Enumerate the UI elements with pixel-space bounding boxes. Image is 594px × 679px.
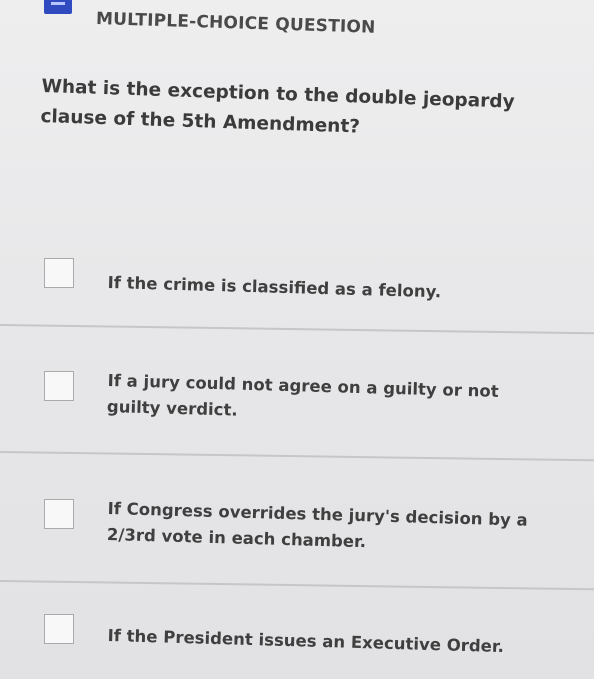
answer-option-4-checkbox[interactable] [44, 614, 74, 644]
answer-option-4-label: If the President issues an Executive Ord… [107, 625, 505, 657]
answer-option-1-label: If the crime is classified as a felony. [107, 272, 442, 302]
quiz-page: MULTIPLE-CHOICE QUESTION What is the exc… [0, 0, 594, 679]
option-divider [0, 451, 594, 461]
option-divider [0, 580, 594, 590]
answer-options: If the crime is classified as a felony. … [0, 0, 594, 679]
answer-option-3-checkbox[interactable] [44, 499, 74, 529]
answer-option-3-label: If Congress overrides the jury's decisio… [106, 498, 528, 552]
answer-option-1-checkbox[interactable] [44, 258, 74, 288]
option-divider [0, 324, 594, 334]
answer-option-2-checkbox[interactable] [44, 371, 74, 401]
answer-option-2-label: If a jury could not agree on a guilty or… [106, 370, 499, 420]
